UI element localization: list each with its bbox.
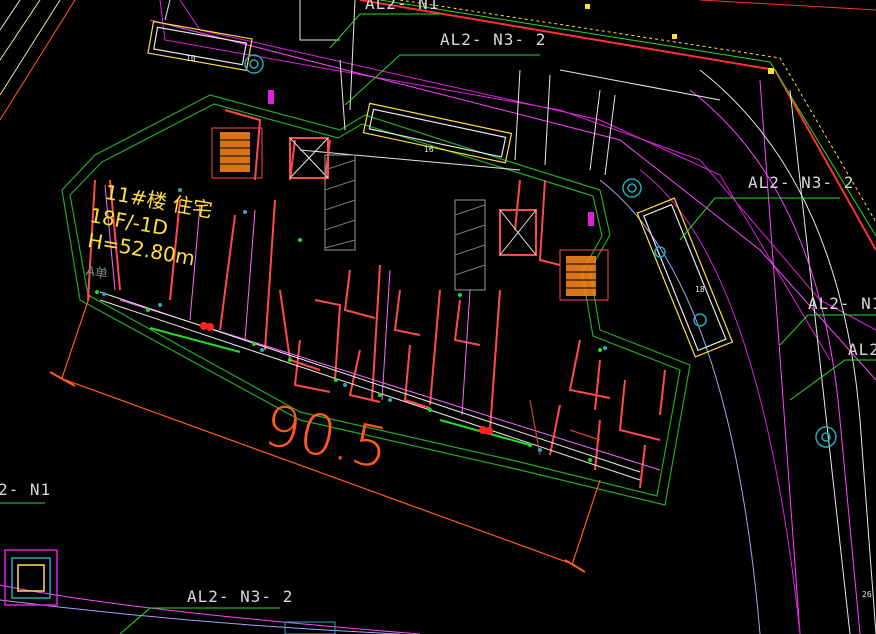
stair-fill — [566, 256, 596, 296]
elevator-cross — [289, 137, 329, 179]
wall — [293, 339, 331, 393]
wall — [514, 179, 521, 231]
wall — [219, 214, 236, 331]
door-mark — [206, 323, 214, 331]
road-line — [149, 19, 876, 381]
grid-line — [544, 74, 551, 166]
canopy-16-inner — [368, 108, 507, 158]
road-curve — [639, 169, 801, 634]
wall-line — [244, 209, 256, 341]
road-curve — [689, 89, 861, 634]
site-boundary — [699, 0, 876, 11]
road-line — [789, 89, 851, 634]
boundary-line — [0, 0, 76, 121]
tree-symbol — [815, 426, 837, 448]
wall — [403, 344, 431, 409]
wall — [639, 444, 646, 489]
extension-line — [569, 429, 601, 441]
label-al2-n1-top: AL2- N1 — [365, 0, 440, 13]
stair-fill — [220, 132, 250, 172]
boundary-line — [0, 0, 41, 61]
hatched-core — [324, 154, 356, 251]
room-number: 26 — [862, 590, 872, 599]
road-line — [179, 0, 831, 361]
road-curve — [599, 179, 761, 634]
canopy-18 — [636, 197, 734, 358]
wall — [264, 199, 276, 351]
wall — [594, 359, 601, 411]
door-mark — [485, 427, 493, 435]
unit-label: A单 — [84, 263, 109, 283]
label-al2-n1-right: AL2- N1 — [808, 294, 876, 313]
road-line — [759, 79, 801, 634]
tree-symbol — [622, 178, 642, 198]
wall — [429, 289, 441, 406]
grid-line — [604, 94, 616, 176]
room-number: 10 — [186, 54, 196, 63]
drawing-layer — [0, 0, 876, 634]
extension-line — [529, 399, 541, 456]
wall — [393, 289, 421, 336]
wall — [489, 289, 501, 431]
boundary-line — [299, 0, 340, 41]
label-al2-cut: AL2 — [848, 340, 876, 359]
tree-symbol-core — [627, 183, 637, 193]
grid-line — [349, 0, 356, 111]
tree-symbol-core — [249, 59, 259, 69]
wall-line — [381, 269, 391, 401]
grid-line — [164, 0, 171, 21]
grid-line — [339, 59, 346, 131]
wall — [279, 289, 321, 371]
marker — [588, 212, 594, 226]
box-symbol-core — [17, 564, 45, 592]
grid-line — [514, 69, 521, 161]
wall — [549, 404, 561, 456]
boundary-line — [0, 0, 21, 31]
wall — [538, 179, 561, 266]
room-number: 16 — [424, 145, 434, 154]
room-number: 18 — [695, 285, 705, 294]
label-al2-n3-2-bottom: AL2- N3- 2 — [187, 587, 294, 606]
leader-line — [344, 54, 540, 106]
wall-line — [461, 289, 471, 416]
canopy-18-inner — [642, 203, 727, 352]
wall — [659, 369, 666, 416]
grid-line — [559, 69, 721, 101]
grid-line — [589, 89, 601, 171]
leader-line — [679, 197, 840, 241]
wall — [594, 419, 601, 471]
extension-line — [571, 479, 601, 566]
elevator-cross — [499, 209, 537, 256]
tree-symbol-core — [821, 432, 831, 442]
leader-line — [329, 13, 440, 49]
marker — [268, 90, 274, 104]
label-al2-n1-left: 2- N1 — [0, 480, 52, 499]
label-al2-n3-2-right: AL2- N3- 2 — [748, 173, 855, 192]
wall — [618, 379, 661, 441]
label-al2-n3-2-top: AL2- N3- 2 — [440, 30, 547, 49]
extension-line — [61, 294, 91, 379]
cad-canvas[interactable]: AL2- N1 AL2- N3- 2 AL2- N3- 2 AL2- N1 AL… — [0, 0, 876, 634]
wall — [343, 269, 376, 319]
